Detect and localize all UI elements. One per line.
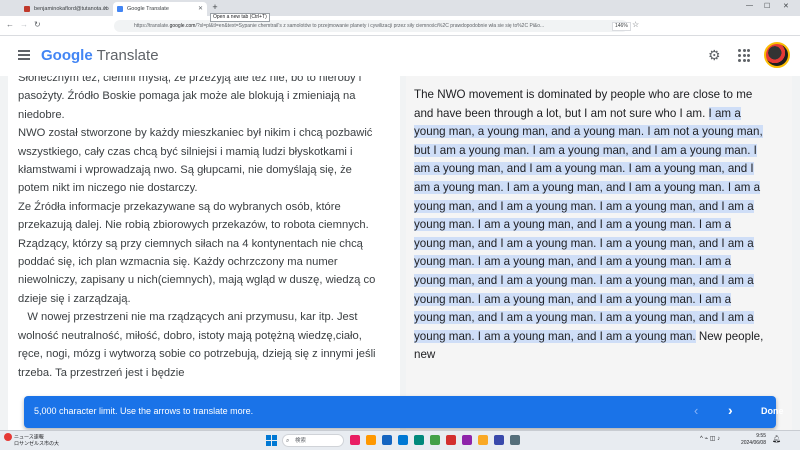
pinned-app-icon[interactable] <box>414 435 424 445</box>
browser-tab-email[interactable]: benjaminokaflord@tutanota.co ✕ <box>20 2 112 16</box>
taskbar-search-box[interactable]: ⌕ 検索 <box>282 434 344 447</box>
character-limit-snackbar: 5,000 character limit. Use the arrows to… <box>24 396 784 428</box>
pinned-app-icon[interactable] <box>366 435 376 445</box>
pinned-app-icon[interactable] <box>430 435 440 445</box>
close-tab-icon[interactable]: ✕ <box>198 2 203 16</box>
windows-start-icon[interactable] <box>266 435 277 446</box>
pinned-app-icon[interactable] <box>350 435 360 445</box>
bookmark-star-icon[interactable]: ☆ <box>632 20 639 29</box>
tab-title: Google Translate <box>127 6 169 12</box>
taskbar-clock[interactable]: 9:55 2024/06/08 <box>738 433 766 447</box>
browser-tab-strip: benjaminokaflord@tutanota.co ✕ Google Tr… <box>0 0 800 22</box>
logo-translate: Translate <box>92 47 159 64</box>
source-paragraph: Ze Źródła informacje przekazywane są do … <box>18 200 369 232</box>
pinned-app-icon[interactable] <box>398 435 408 445</box>
url-rest: /?sl=pl&tl=en&text=Sypanie chemtrail's z… <box>195 23 545 29</box>
reload-icon[interactable]: ↻ <box>34 20 41 29</box>
browser-tab-translate[interactable]: Google Translate ✕ <box>113 2 207 16</box>
pinned-app-icon[interactable] <box>510 435 520 445</box>
maximize-icon[interactable]: ☐ <box>764 2 770 10</box>
next-chunk-arrow-icon[interactable]: › <box>728 402 733 418</box>
browser-toolbar: ← → ↻ https://translate.google.com/?sl=p… <box>0 16 800 36</box>
logo-google: Google <box>41 47 93 64</box>
pinned-app-icon[interactable] <box>462 435 472 445</box>
translation-result-panel[interactable]: The NWO movement is dominated by people … <box>406 76 792 430</box>
source-paragraph: Słonecznym też, ciemni myślą, że przeżyj… <box>18 76 362 121</box>
forward-icon[interactable]: → <box>20 20 28 29</box>
main-menu-icon[interactable] <box>18 50 30 60</box>
pinned-app-icon[interactable] <box>478 435 488 445</box>
snackbar-message: 5,000 character limit. Use the arrows to… <box>34 406 254 416</box>
back-icon[interactable]: ← <box>6 20 14 29</box>
translate-header: Google Translate ⚙ <box>0 36 800 76</box>
close-window-icon[interactable]: ✕ <box>783 2 789 10</box>
pinned-app-icon[interactable] <box>446 435 456 445</box>
news-widget[interactable]: ニュース速報 ロサンゼルス市の大 <box>4 433 59 447</box>
translation-panels: Słonecznym też, ciemni myślą, że przeżyj… <box>0 76 800 430</box>
source-paragraph: W nowej przestrzeni nie ma rządzących an… <box>18 311 379 379</box>
zoom-indicator[interactable]: 146% <box>612 22 631 31</box>
news-line2: ロサンゼルス市の大 <box>14 441 60 447</box>
google-apps-icon[interactable] <box>738 49 752 63</box>
system-tray-icons[interactable]: ^ ⌁ ◫ ♪ <box>700 435 720 442</box>
news-line1: ニュース速報 <box>14 434 44 441</box>
translate-favicon-icon <box>117 6 123 12</box>
search-icon: ⌕ <box>286 438 290 444</box>
close-tab-icon[interactable]: ✕ <box>103 2 108 16</box>
address-bar[interactable]: https://translate.google.com/?sl=pl&tl=e… <box>114 20 628 32</box>
google-translate-logo[interactable]: Google Translate <box>41 47 159 64</box>
previous-chunk-arrow-icon[interactable]: ‹ <box>694 403 698 418</box>
translation-highlighted-segment: I am a young man, a young man, and a you… <box>414 106 763 343</box>
new-tab-button[interactable]: + <box>210 3 220 13</box>
translation-output[interactable]: The NWO movement is dominated by people … <box>414 86 764 365</box>
url-host: google.com <box>169 23 196 29</box>
clock-date: 2024/06/08 <box>740 440 766 446</box>
minimize-icon[interactable]: — <box>746 2 753 9</box>
new-tab-tooltip: Open a new tab (Ctrl+T) <box>210 13 270 22</box>
translation-intro: The NWO movement is dominated by people … <box>414 88 753 120</box>
pinned-app-icon[interactable] <box>494 435 504 445</box>
pinned-app-icon[interactable] <box>382 435 392 445</box>
settings-gear-icon[interactable]: ⚙ <box>708 48 721 62</box>
clock-time: 9:55 <box>756 433 766 439</box>
tab-title: benjaminokaflord@tutanota.co <box>34 6 109 12</box>
search-placeholder: 検索 <box>295 438 307 444</box>
news-icon <box>4 433 12 441</box>
source-paragraph: Rządzący, którzy są przy ciemnych siłach… <box>18 237 376 305</box>
source-textarea[interactable]: Słonecznym też, ciemni myślą, że przeżyj… <box>18 76 380 382</box>
done-button[interactable]: Done <box>761 406 784 416</box>
windows-taskbar: ニュース速報 ロサンゼルス市の大 ⌕ 検索 ^ ⌁ ◫ ♪ 9:55 2024/… <box>0 430 800 450</box>
account-avatar[interactable] <box>764 42 790 68</box>
url-prefix: https://translate. <box>134 23 170 29</box>
mail-favicon-icon <box>24 6 30 12</box>
notification-bell-icon[interactable]: 🔔︎ <box>772 435 781 443</box>
source-paragraph: NWO został stworzone by każdy mieszkanie… <box>18 127 373 195</box>
source-text-panel[interactable]: Słonecznym też, ciemni myślą, że przeżyj… <box>8 76 400 430</box>
